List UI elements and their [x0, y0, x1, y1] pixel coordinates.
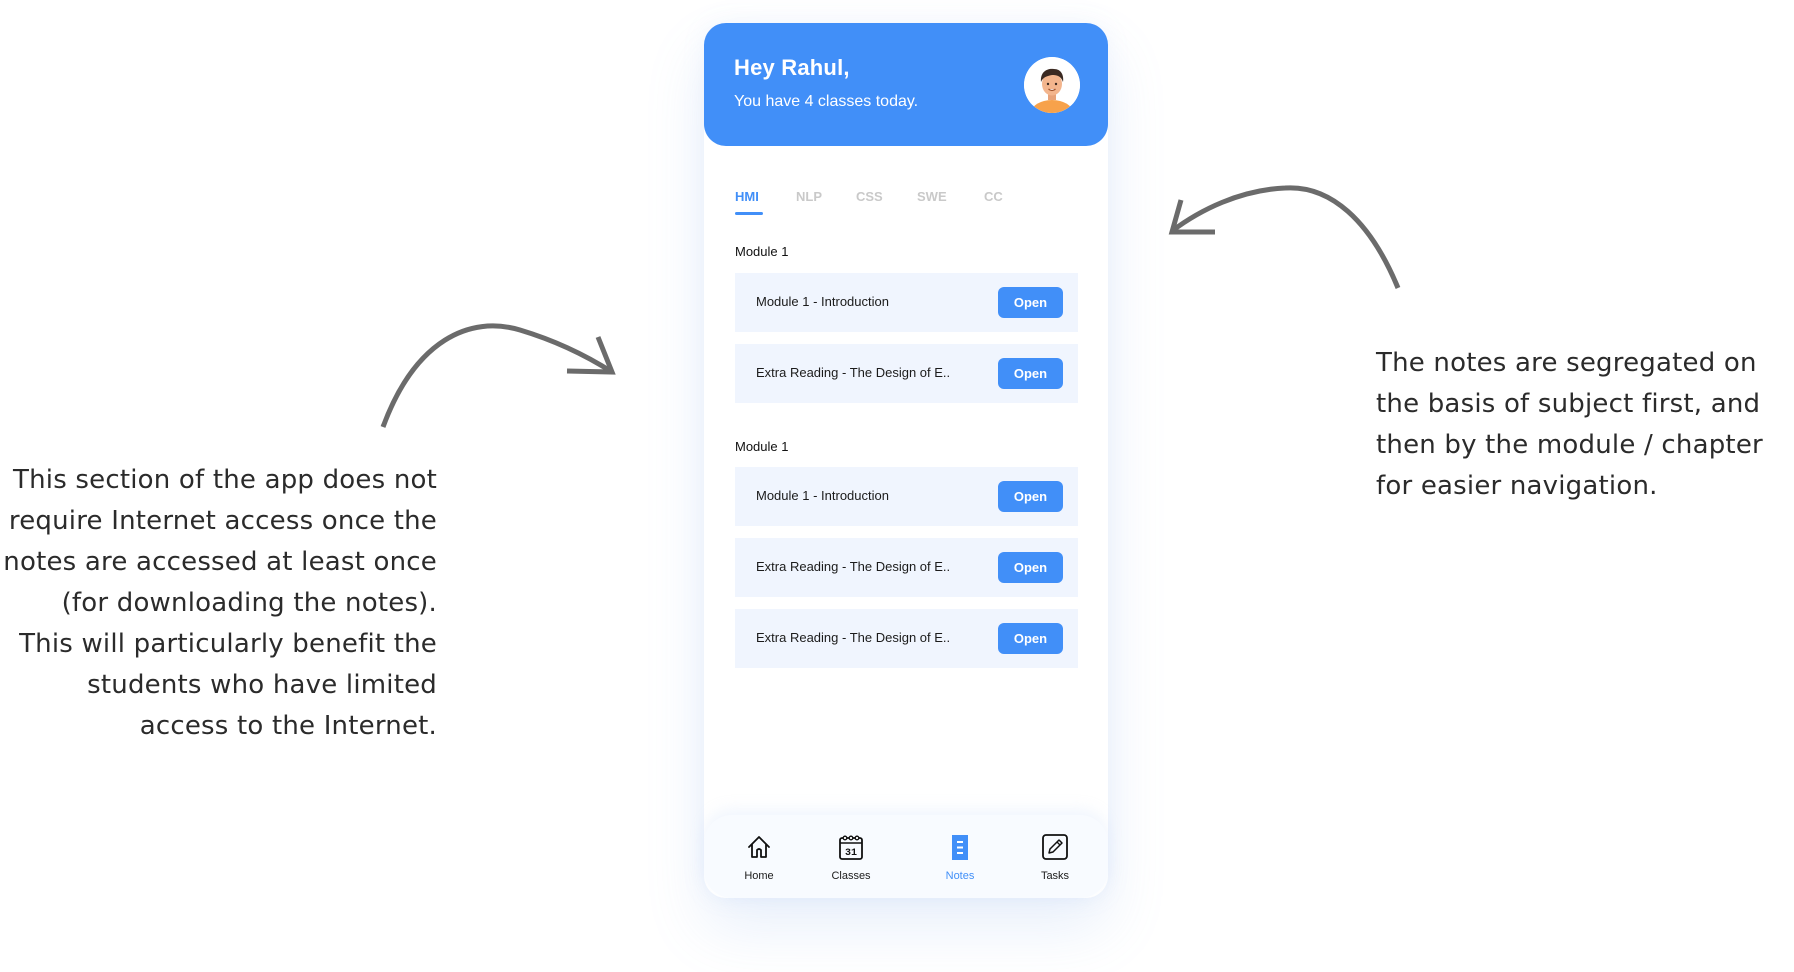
list-item: Module 1 - Introduction Open [735, 273, 1078, 332]
tab-css[interactable]: CSS [856, 189, 883, 204]
annotation-segregation: The notes are segregated on the basis of… [1376, 343, 1794, 507]
section-heading: Module 1 [735, 244, 789, 259]
calendar-day: 31 [845, 848, 857, 859]
note-title: Extra Reading - The Design of E.. [756, 559, 951, 574]
right-curved-arrow-icon [1170, 185, 1401, 289]
annotation-line: This will particularly benefit the [19, 629, 437, 659]
nav-item-classes[interactable]: 31 Classes [811, 833, 891, 882]
nav-item-tasks[interactable]: Tasks [1015, 833, 1095, 882]
annotation-line: (for downloading the notes). [61, 588, 437, 618]
open-button[interactable]: Open [998, 623, 1063, 654]
tab-label: CC [984, 189, 1003, 204]
tab-label: NLP [796, 189, 822, 204]
tab-hmi[interactable]: HMI [735, 189, 763, 215]
section-heading: Module 1 [735, 439, 789, 454]
annotation-line: then by the module / chapter [1376, 430, 1763, 460]
tab-swe[interactable]: SWE [917, 189, 947, 204]
edit-icon [1042, 834, 1068, 860]
annotation-line: for easier navigation. [1376, 471, 1658, 501]
right-arrowhead-icon [1168, 199, 1215, 235]
annotation-line: notes are accessed at least once [3, 547, 437, 577]
active-tab-indicator [735, 212, 763, 215]
app-header: Hey Rahul, You have 4 classes today. [704, 23, 1108, 146]
note-title: Extra Reading - The Design of E.. [756, 365, 951, 380]
open-button[interactable]: Open [998, 287, 1063, 318]
open-button[interactable]: Open [998, 358, 1063, 389]
nav-item-home[interactable]: Home [719, 833, 799, 882]
tab-cc[interactable]: CC [984, 189, 1003, 204]
left-curved-arrow-icon [380, 323, 614, 428]
nav-label: Notes [945, 870, 975, 882]
home-icon [748, 836, 770, 858]
nav-label: Tasks [1040, 870, 1070, 882]
annotation-offline-access: This section of the app does not require… [0, 460, 437, 747]
open-button[interactable]: Open [998, 552, 1063, 583]
left-arrowhead-icon [566, 336, 616, 375]
note-title: Module 1 - Introduction [756, 488, 889, 503]
bottom-navigation: Home 31 Classes Notes Tasks [704, 815, 1108, 898]
notes-icon [952, 835, 968, 860]
calendar-icon: 31 [839, 835, 863, 860]
list-item: Extra Reading - The Design of E.. Open [735, 609, 1078, 668]
avatar[interactable] [1024, 57, 1080, 113]
tab-label: CSS [856, 189, 883, 204]
nav-item-notes[interactable]: Notes [920, 833, 1000, 882]
tab-label: SWE [917, 189, 947, 204]
annotation-line: the basis of subject first, and [1376, 389, 1761, 419]
tab-nlp[interactable]: NLP [796, 189, 822, 204]
note-title: Module 1 - Introduction [756, 294, 889, 309]
annotation-line: students who have limited [87, 670, 437, 700]
list-item: Extra Reading - The Design of E.. Open [735, 344, 1078, 403]
phone-screen: Hey Rahul, You have 4 classes today. HMI… [704, 23, 1108, 898]
user-avatar-icon [1024, 57, 1080, 113]
nav-label: Classes [831, 870, 871, 882]
greeting-title: Hey Rahul, [734, 55, 850, 80]
annotation-line: This section of the app does not [13, 465, 437, 495]
tab-label: HMI [735, 189, 759, 204]
annotation-line: require Internet access once the [8, 506, 437, 536]
open-button[interactable]: Open [998, 481, 1063, 512]
list-item: Extra Reading - The Design of E.. Open [735, 538, 1078, 597]
list-item: Module 1 - Introduction Open [735, 467, 1078, 526]
greeting-subtitle: You have 4 classes today. [734, 93, 919, 110]
nav-label: Home [744, 870, 774, 882]
annotation-line: The notes are segregated on [1376, 348, 1757, 378]
note-title: Extra Reading - The Design of E.. [756, 630, 951, 645]
annotation-line: access to the Internet. [139, 711, 437, 741]
